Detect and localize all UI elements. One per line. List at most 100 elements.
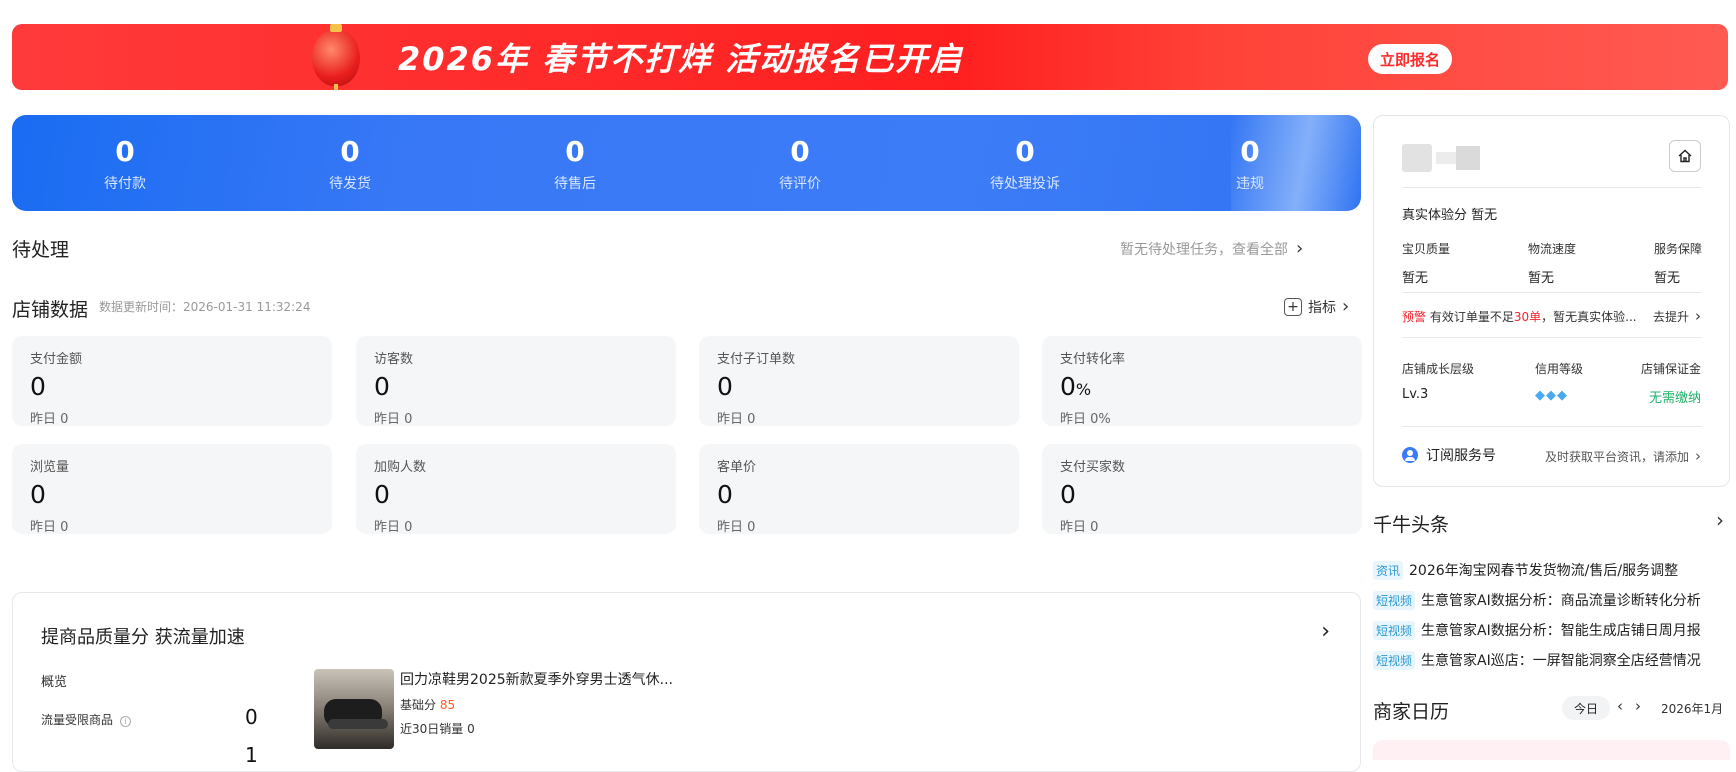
diamond-icons: ◆◆◆ [1535,388,1568,403]
warning-text: 预警 有效订单量不足30单，暂无真实体验... [1402,310,1637,324]
level-value-growth: Lv.3 [1402,387,1429,402]
status-violations[interactable]: 0 违规 [1170,137,1330,193]
home-icon[interactable] [1669,140,1701,172]
pending-view-all[interactable]: 暂无待处理任务，查看全部 › [1120,238,1303,259]
metric-value: 0% [1060,372,1092,401]
second-stat-value: 1 [245,743,258,767]
metric-card-avg-order[interactable]: 客单价 0 昨日 0 [699,444,1019,535]
metric-value: 0 [1060,480,1076,509]
status-value: 0 [1015,135,1035,168]
status-label: 待处理投诉 [990,176,1060,192]
status-complaints[interactable]: 0 待处理投诉 [945,137,1105,193]
status-after-sale[interactable]: 0 待售后 [495,137,655,193]
calendar-body [1373,740,1730,760]
level-label-deposit: 店铺保证金 [1640,362,1701,376]
metric-card-add-cart[interactable]: 加购人数 0 昨日 0 [356,444,676,535]
metric-title: 支付转化率 [1060,352,1126,367]
calendar-title: 商家日历 [1373,701,1450,723]
chevron-right-icon: › [1695,447,1701,465]
headline-item[interactable]: 短视频 生意管家AI巡店：一屏智能洞察全店经营情况 [1373,650,1701,670]
metric-title: 浏览量 [30,460,70,475]
metric-title: 支付子订单数 [717,352,796,367]
metric-card-page-views[interactable]: 浏览量 0 昨日 0 [12,444,332,535]
chevron-right-icon[interactable]: › [1321,619,1330,644]
chevron-right-icon[interactable]: › [1716,508,1724,532]
metric-value: 0 [717,480,733,509]
headline-item[interactable]: 短视频 生意管家AI数据分析：商品流量诊断转化分析 [1373,590,1701,610]
update-time: 数据更新时间：2026-01-31 11:32:24 [99,300,311,314]
improve-link[interactable]: 去提升 › [1653,307,1701,325]
metric-yesterday: 昨日 0% [1060,412,1111,427]
headline-text: 生意管家AI数据分析：智能生成店铺日周月报 [1421,623,1701,639]
headlines-title: 千牛头条 [1373,514,1450,536]
subscribe-hint[interactable]: 及时获取平台资讯，请添加 › [1545,447,1701,465]
user-circle-icon [1402,447,1418,463]
metric-value: 0 [374,480,390,509]
signup-button[interactable]: 立即报名 [1368,44,1452,74]
status-to-review[interactable]: 0 待评价 [720,137,880,193]
metric-title: 客单价 [717,460,757,475]
order-status-bar: 0 待付款 0 待发货 0 待售后 0 待评价 0 待处理投诉 0 违规 [12,115,1361,211]
score-label-logistics: 物流速度 [1528,242,1577,256]
quality-panel: 提商品质量分 获流量加速 › 概览 流量受限商品 i 0 1 回力凉鞋男2025… [12,592,1361,772]
level-label-growth: 店铺成长层级 [1402,362,1475,376]
pending-title: 待处理 [12,239,70,261]
headline-text: 2026年淘宝网春节发货物流/售后/服务调整 [1409,563,1679,579]
metric-yesterday: 昨日 0 [1060,520,1099,535]
metric-value: 0 [30,372,46,401]
metric-card-pay-amount[interactable]: 支付金额 0 昨日 0 [12,336,332,427]
headline-tag: 资讯 [1373,561,1404,580]
store-data-title: 店铺数据 [12,299,89,321]
status-label: 违规 [1236,176,1264,192]
metric-value: 0 [374,372,390,401]
overview-label: 概览 [41,675,68,690]
chevron-right-icon: › [1342,296,1350,317]
metric-title: 支付金额 [30,352,83,367]
shop-avatar [1402,144,1432,172]
metric-title: 加购人数 [374,460,427,475]
headline-tag: 短视频 [1373,591,1416,610]
headline-text: 生意管家AI数据分析：商品流量诊断转化分析 [1421,593,1701,609]
metric-card-visitors[interactable]: 访客数 0 昨日 0 [356,336,676,427]
promo-banner[interactable]: 2026年 春节不打烊 活动报名已开启 立即报名 [12,24,1728,90]
metric-yesterday: 昨日 0 [374,412,413,427]
headline-item[interactable]: 资讯 2026年淘宝网春节发货物流/售后/服务调整 [1373,560,1678,580]
status-unpaid[interactable]: 0 待付款 [45,137,205,193]
product-thumbnail[interactable] [314,669,394,749]
restricted-value: 0 [245,705,258,729]
product-name[interactable]: 回力凉鞋男2025新款夏季外穿男士透气休... [400,669,673,689]
score-value-logistics: 暂无 [1528,271,1555,286]
metric-yesterday: 昨日 0 [30,520,69,535]
status-value: 0 [565,135,585,168]
metrics-button[interactable]: + 指标 › [1284,296,1349,317]
chevron-right-icon: › [1296,238,1304,259]
score-value-service: 暂无 [1654,271,1681,286]
status-value: 0 [1240,135,1260,168]
headline-item[interactable]: 短视频 生意管家AI数据分析：智能生成店铺日周月报 [1373,620,1701,640]
level-label-credit: 信用等级 [1535,362,1584,376]
metric-card-sub-orders[interactable]: 支付子订单数 0 昨日 0 [699,336,1019,427]
chevron-right-icon[interactable]: › [1635,697,1641,715]
score-value-quality: 暂无 [1402,271,1429,286]
today-button[interactable]: 今日 [1562,696,1611,720]
metric-value: 0 [30,480,46,509]
metric-yesterday: 昨日 0 [30,412,69,427]
status-value: 0 [115,135,135,168]
headline-tag: 短视频 [1373,651,1416,670]
info-icon: i [119,716,131,727]
shop-profile-card: 真实体验分 暂无 宝贝质量 暂无 物流速度 暂无 服务保障 暂无 预警 有效订单… [1373,115,1730,487]
plus-square-icon: + [1284,297,1302,316]
metrics-label: 指标 [1308,299,1336,316]
status-label: 待评价 [779,176,821,192]
level-value-deposit: 无需缴纳 [1648,391,1701,406]
status-label: 待售后 [554,176,596,192]
status-value: 0 [340,135,360,168]
metric-card-conversion[interactable]: 支付转化率 0% 昨日 0% [1042,336,1362,427]
headline-tag: 短视频 [1373,621,1416,640]
status-to-ship[interactable]: 0 待发货 [270,137,430,193]
metric-card-buyers[interactable]: 支付买家数 0 昨日 0 [1042,444,1362,535]
chevron-left-icon[interactable]: ‹ [1617,697,1623,715]
calendar-month: 2026年1月 [1661,702,1724,716]
subscribe-service[interactable]: 订阅服务号 [1402,445,1496,465]
metric-value: 0 [717,372,733,401]
